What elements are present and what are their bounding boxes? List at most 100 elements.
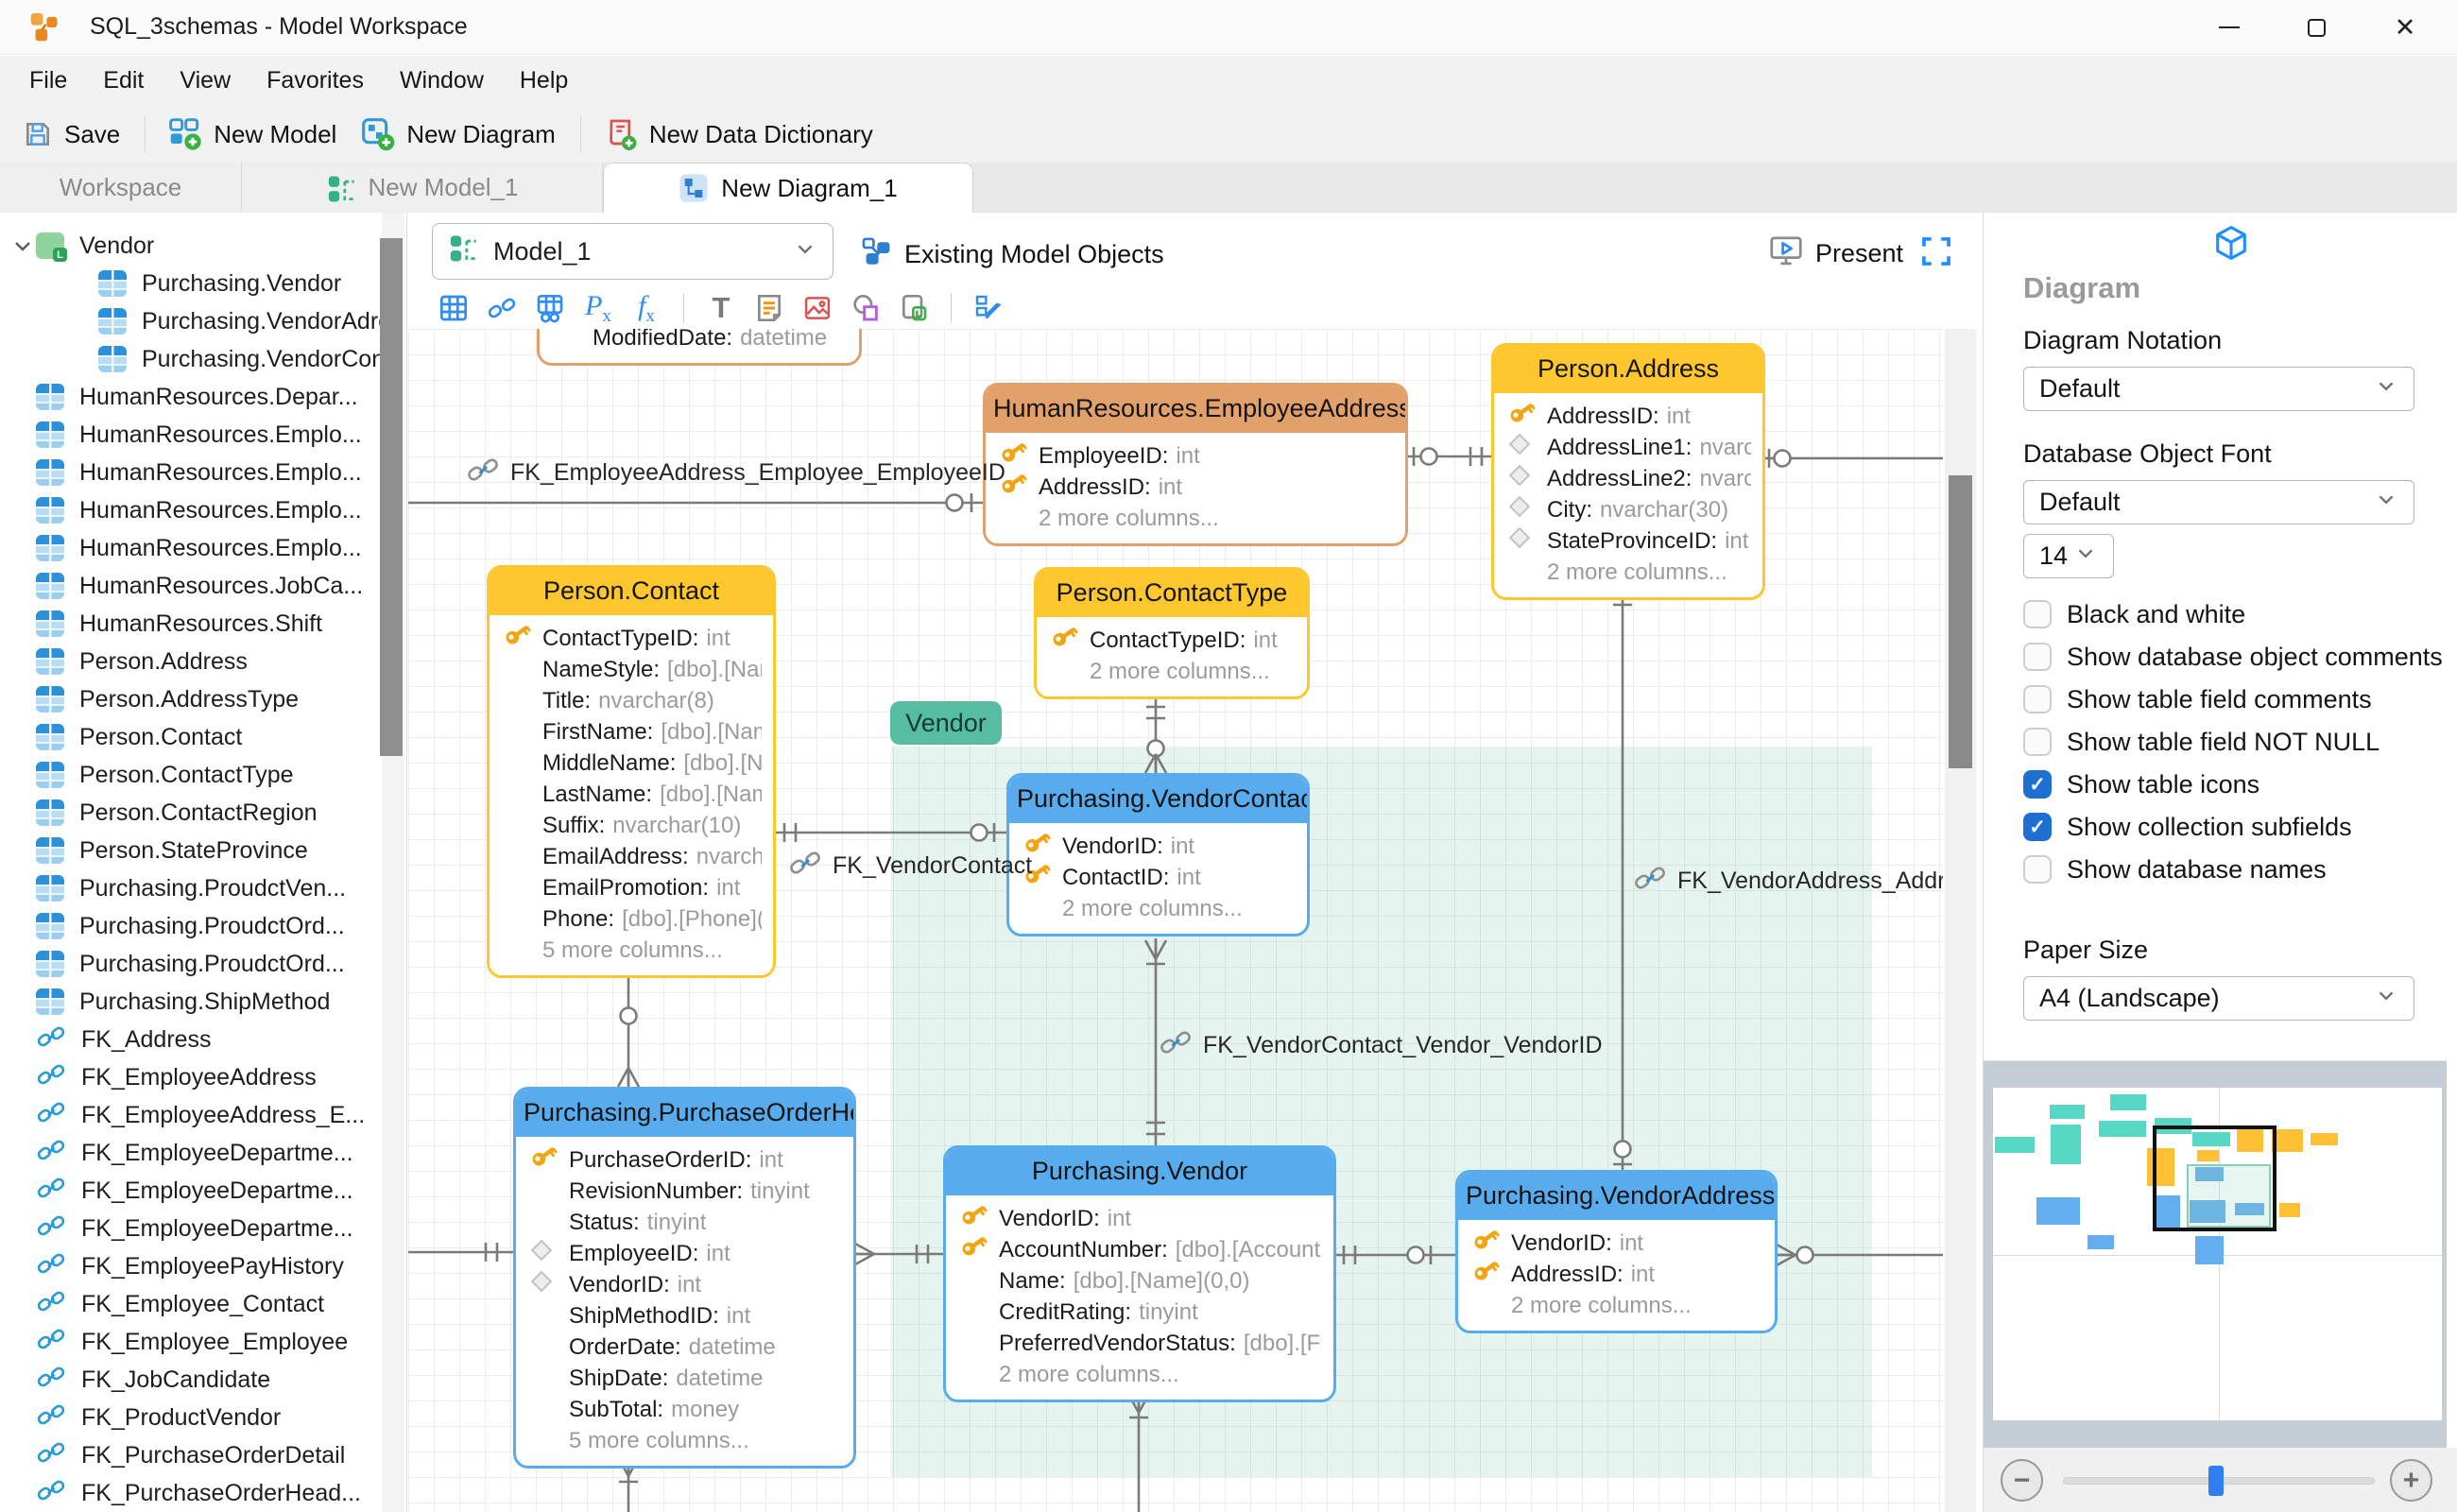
checkbox-show-table-icons[interactable]: ✓ Show table icons	[2023, 765, 2259, 803]
sidebar-item-fk-employeedepartme-[interactable]: FK_EmployeeDepartme...	[0, 1172, 383, 1210]
zoom-slider-thumb[interactable]	[2208, 1466, 2224, 1496]
maximize-button[interactable]	[2287, 0, 2345, 55]
new-model-button[interactable]: New Model	[168, 117, 336, 151]
tab-workspace[interactable]: Workspace	[0, 163, 242, 213]
sidebar-item-purchasing-proudctord-[interactable]: Purchasing.ProudctOrd...	[0, 945, 383, 983]
font-size-select[interactable]: 14	[2023, 534, 2114, 578]
sidebar-item-purchasing-vendorcont-[interactable]: Purchasing.VendorCont...	[0, 340, 383, 378]
text-tool-icon[interactable]: T	[704, 291, 738, 325]
existing-model-objects[interactable]: Existing Model Objects	[860, 235, 1164, 274]
table-purchasing-vendoraddress[interactable]: Purchasing.VendorAddress VendorID: int Addr…	[1455, 1170, 1778, 1333]
checkbox-box[interactable]	[2023, 728, 2052, 756]
sidebar-item-fk-purchaseorderdetail[interactable]: FK_PurchaseOrderDetail	[0, 1436, 383, 1474]
sidebar-item-fk-employeedepartme-[interactable]: FK_EmployeeDepartme...	[0, 1134, 383, 1172]
minimap-viewport[interactable]	[2153, 1125, 2277, 1231]
checkbox-box[interactable]	[2023, 685, 2052, 713]
diagram-canvas[interactable]: Vendor ModifiedDate: datetime HumanResource…	[408, 329, 1943, 1512]
checkbox-show-database-names[interactable]: Show database names	[2023, 850, 2327, 888]
function-tool-icon[interactable]: fx	[629, 290, 663, 326]
table-purchasing-vendorcontact[interactable]: Purchasing.VendorContact VendorID: int Cont…	[1006, 773, 1310, 936]
sidebar-item-humanresources-emplo-[interactable]: HumanResources.Emplo...	[0, 454, 383, 491]
sidebar-item-fk-employeeaddress-e-[interactable]: FK_EmployeeAddress_E...	[0, 1096, 383, 1134]
sidebar-item-purchasing-shipmethod[interactable]: Purchasing.ShipMethod	[0, 983, 383, 1021]
zoom-out-button[interactable]: −	[2001, 1459, 2043, 1502]
tab-new-diagram-1[interactable]: New Diagram_1	[603, 163, 973, 213]
relation-tool-icon[interactable]	[485, 291, 519, 325]
sidebar-item-purchasing-proudctven-[interactable]: Purchasing.ProudctVen...	[0, 869, 383, 907]
checkbox-show-table-field-not-null[interactable]: Show table field NOT NULL	[2023, 723, 2380, 761]
vendor-layer-badge[interactable]: Vendor	[890, 701, 1002, 745]
layer-tool-icon[interactable]	[897, 291, 931, 325]
menu-help[interactable]: Help	[502, 67, 586, 94]
table-tool-icon[interactable]	[437, 291, 471, 325]
table-hr-employee-address[interactable]: HumanResources.EmployeeAddress EmployeeID…	[983, 383, 1408, 546]
minimap[interactable]	[1984, 1060, 2447, 1448]
checkbox-show-collection-subfields[interactable]: ✓ Show collection subfields	[2023, 808, 2352, 846]
sidebar-item-fk-employeepayhistory[interactable]: FK_EmployeePayHistory	[0, 1247, 383, 1285]
checkbox-black-and-white[interactable]: Black and white	[2023, 595, 2245, 633]
sidebar-item-humanresources-emplo-[interactable]: HumanResources.Emplo...	[0, 529, 383, 567]
tab-new-model-1[interactable]: New Model_1	[242, 163, 603, 213]
database-object-font-select[interactable]: Default	[2023, 480, 2414, 524]
canvas-scrollbar[interactable]	[1945, 329, 1976, 1512]
sidebar-item-fk-purchaseorderhead-[interactable]: FK_PurchaseOrderHead...	[0, 1474, 383, 1512]
fk-label-2[interactable]: FK_VendorContact_Vendor_VendorID	[1160, 1026, 1603, 1065]
checkbox-show-database-object-comments[interactable]: Show database object comments	[2023, 638, 2443, 676]
table-person-address[interactable]: Person.Address AddressID: int AddressLine1:…	[1491, 343, 1765, 600]
sidebar-item-fk-employeeaddress[interactable]: FK_EmployeeAddress	[0, 1058, 383, 1096]
view-tool-icon[interactable]	[533, 291, 567, 325]
diagram-notation-select[interactable]: Default	[2023, 367, 2414, 411]
sidebar-item-person-contactregion[interactable]: Person.ContactRegion	[0, 794, 383, 832]
new-diagram-button[interactable]: New Diagram	[361, 117, 556, 151]
paper-size-select[interactable]: A4 (Landscape)	[2023, 976, 2414, 1021]
checkbox-show-table-field-comments[interactable]: Show table field comments	[2023, 680, 2372, 718]
table-purchasing-vendor[interactable]: Purchasing.Vendor VendorID: int AccountNumb…	[943, 1145, 1336, 1402]
save-button[interactable]: Save	[23, 119, 120, 149]
sidebar-scrollbar-thumb[interactable]	[380, 238, 403, 756]
checkbox-box[interactable]	[2023, 600, 2052, 628]
checkbox-box[interactable]: ✓	[2023, 770, 2052, 799]
sidebar-scrollbar[interactable]	[380, 213, 404, 1512]
sidebar-item-humanresources-depar-[interactable]: HumanResources.Depar...	[0, 378, 383, 416]
table-person-contact[interactable]: Person.Contact ContactTypeID: int NameStyle…	[487, 565, 776, 978]
table-person-contacttype[interactable]: Person.ContactType ContactTypeID: int 2 mor…	[1034, 567, 1310, 699]
sidebar-item-purchasing-proudctord-[interactable]: Purchasing.ProudctOrd...	[0, 907, 383, 945]
menu-favorites[interactable]: Favorites	[249, 67, 382, 94]
sidebar-item-fk-employee-employee[interactable]: FK_Employee_Employee	[0, 1323, 383, 1361]
menu-view[interactable]: View	[162, 67, 249, 94]
sidebar-item-fk-productvendor[interactable]: FK_ProductVendor	[0, 1399, 383, 1436]
shape-tool-icon[interactable]	[849, 291, 883, 325]
present-button[interactable]: Present	[1769, 233, 1903, 274]
sidebar-item-fk-jobcandidate[interactable]: FK_JobCandidate	[0, 1361, 383, 1399]
sidebar-item-fk-employeedepartme-[interactable]: FK_EmployeeDepartme...	[0, 1210, 383, 1247]
image-tool-icon[interactable]	[800, 291, 834, 325]
fk-label-3[interactable]: FK_VendorAddress_Address_	[1634, 862, 1943, 901]
menu-window[interactable]: Window	[382, 67, 502, 94]
sidebar-item-purchasing-vendor[interactable]: Purchasing.Vendor	[0, 265, 383, 302]
zoom-in-button[interactable]: +	[2390, 1459, 2432, 1502]
fk-label-0[interactable]: FK_EmployeeAddress_Employee_EmployeeID	[467, 454, 1005, 492]
sidebar-item-person-stateprovince[interactable]: Person.StateProvince	[0, 832, 383, 869]
table-clipped-table[interactable]: ModifiedDate: datetime	[537, 329, 862, 366]
sidebar-item-person-contacttype[interactable]: Person.ContactType	[0, 756, 383, 794]
checkbox-box[interactable]	[2023, 643, 2052, 671]
expander-chevron-icon[interactable]	[11, 234, 36, 257]
sidebar-item-humanresources-shift[interactable]: HumanResources.Shift	[0, 605, 383, 643]
menu-edit[interactable]: Edit	[85, 67, 162, 94]
menu-file[interactable]: File	[11, 67, 85, 94]
sidebar-item-vendor[interactable]: Vendor	[0, 227, 383, 265]
minimize-button[interactable]	[2200, 0, 2259, 55]
sidebar-item-purchasing-vendoradress[interactable]: Purchasing.VendorAdress	[0, 302, 383, 340]
data-dictionary-tool-icon[interactable]	[971, 291, 1005, 325]
checkbox-box[interactable]	[2023, 855, 2052, 884]
table-purchasing-purchaseorderheader[interactable]: Purchasing.PurchaseOrderHeader PurchaseOr…	[513, 1087, 856, 1469]
checkbox-box[interactable]: ✓	[2023, 813, 2052, 841]
close-button[interactable]: ✕	[2376, 0, 2434, 55]
sidebar-item-fk-address[interactable]: FK_Address	[0, 1021, 383, 1058]
model-select[interactable]: Model_1	[432, 223, 833, 280]
sidebar-item-person-contact[interactable]: Person.Contact	[0, 718, 383, 756]
sidebar-item-fk-employee-contact[interactable]: FK_Employee_Contact	[0, 1285, 383, 1323]
sidebar-item-humanresources-emplo-[interactable]: HumanResources.Emplo...	[0, 491, 383, 529]
sidebar-item-humanresources-jobca-[interactable]: HumanResources.JobCa...	[0, 567, 383, 605]
parameter-tool-icon[interactable]: Px	[581, 290, 615, 326]
